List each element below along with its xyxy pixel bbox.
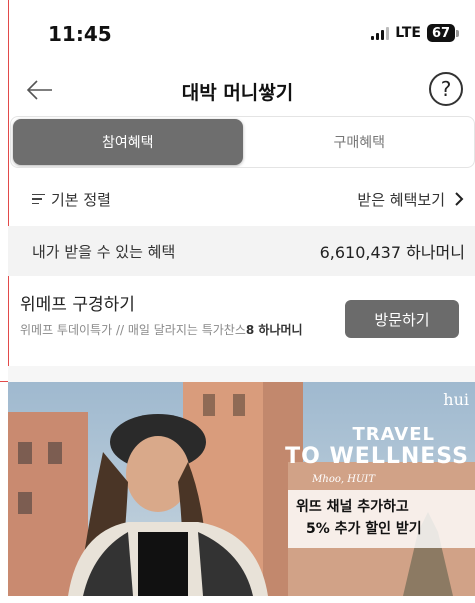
signal-icon bbox=[371, 26, 390, 40]
banner-photo bbox=[8, 382, 475, 596]
benefit-summary: 내가 받을 수 있는 혜택 6,610,437 하나머니 bbox=[8, 226, 475, 276]
page-title: 대박 머니쌓기 bbox=[181, 82, 294, 104]
network-type: LTE bbox=[395, 25, 421, 41]
sort-label: 기본 정렬 bbox=[51, 190, 111, 209]
battery-icon: 67 bbox=[427, 24, 459, 42]
benefit-item: 위메프 구경하기 위메프 투데이특가 // 매일 달라지는 특가찬스8 하나머니… bbox=[8, 276, 475, 366]
tab-purchase-benefits[interactable]: 구매혜택 bbox=[245, 117, 475, 167]
banner-script-text: Mhoo, HUIT bbox=[312, 474, 375, 485]
section-divider bbox=[8, 366, 475, 382]
summary-value: 6,610,437 하나머니 bbox=[319, 243, 465, 262]
banner-cta-line1: 위뜨 채널 추가하고 bbox=[296, 499, 409, 515]
visit-button[interactable]: 방문하기 bbox=[345, 300, 459, 338]
benefit-item-description: 위메프 투데이특가 // 매일 달라지는 특가찬스8 하나머니 bbox=[20, 323, 303, 337]
status-time: 11:45 bbox=[48, 22, 112, 46]
status-indicators: LTE 67 bbox=[371, 24, 459, 42]
app-header: 대박 머니쌓기 ? bbox=[0, 64, 475, 116]
view-received-label: 받은 혜택보기 bbox=[357, 190, 445, 209]
help-icon[interactable]: ? bbox=[429, 72, 463, 106]
summary-label: 내가 받을 수 있는 혜택 bbox=[32, 242, 176, 261]
benefit-item-title: 위메프 구경하기 bbox=[20, 295, 135, 315]
sort-lines-icon bbox=[32, 193, 45, 205]
banner-headline-line1: TRAVEL bbox=[352, 424, 435, 445]
promo-banner[interactable]: hui TRAVEL TO WELLNESS Mhoo, HUIT 위뜨 채널 … bbox=[8, 382, 475, 596]
tab-participation-benefits[interactable]: 참여혜택 bbox=[13, 119, 243, 165]
view-received-benefits-link[interactable]: 받은 혜택보기 bbox=[357, 189, 465, 210]
benefit-item-reward: 8 하나머니 bbox=[245, 323, 303, 337]
battery-level: 67 bbox=[427, 24, 455, 42]
status-bar: 11:45 LTE 67 bbox=[0, 0, 475, 64]
banner-cta-line2: 5% 추가 할인 받기 bbox=[306, 521, 422, 537]
benefit-tabs: 참여혜택 구매혜택 bbox=[10, 116, 475, 168]
banner-brand-logo: hui bbox=[443, 390, 469, 409]
sort-dropdown[interactable]: 기본 정렬 bbox=[32, 189, 111, 210]
sort-row: 기본 정렬 받은 혜택보기 bbox=[0, 172, 475, 226]
chevron-right-icon bbox=[455, 192, 464, 206]
banner-headline-line2: TO WELLNESS bbox=[285, 444, 469, 469]
